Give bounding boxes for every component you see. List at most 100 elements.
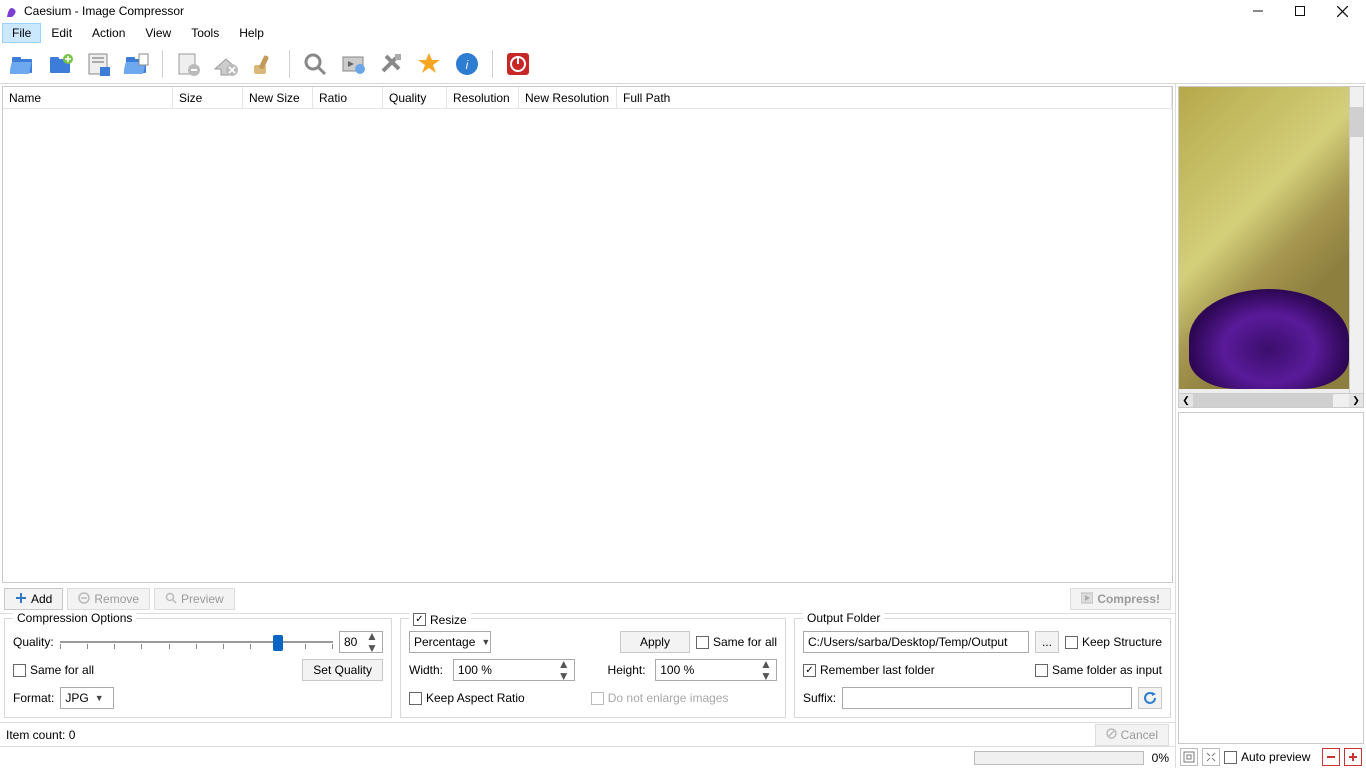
menu-edit[interactable]: Edit	[41, 23, 82, 43]
preview-horizontal-scrollbar[interactable]: ❮❯	[1179, 393, 1363, 407]
preview-button[interactable]: Preview	[154, 588, 235, 610]
apply-button[interactable]: Apply	[620, 631, 690, 653]
preview-controls: Auto preview	[1176, 746, 1366, 768]
fit-window-icon[interactable]	[1180, 748, 1198, 766]
toolbar-separator	[492, 50, 493, 78]
auto-preview-check[interactable]: Auto preview	[1224, 750, 1310, 764]
window-controls	[1246, 1, 1362, 21]
settings-icon[interactable]	[376, 49, 406, 79]
preview-vertical-scrollbar[interactable]	[1349, 87, 1363, 393]
open-file-icon[interactable]	[8, 49, 38, 79]
statusbar: 0%	[0, 746, 1175, 768]
open-folder-icon[interactable]	[46, 49, 76, 79]
actual-size-icon[interactable]	[1202, 748, 1220, 766]
compress-play-icon	[1081, 592, 1093, 607]
cancel-button[interactable]: Cancel	[1095, 724, 1169, 746]
preview-icon[interactable]	[300, 49, 330, 79]
app-icon	[4, 3, 20, 19]
resize-same-for-all-check[interactable]: Same for all	[696, 635, 777, 649]
col-size[interactable]: Size	[173, 87, 243, 108]
bottom-strip: Item count: 0 Cancel	[0, 722, 1175, 746]
output-path-input[interactable]	[803, 631, 1029, 653]
keep-structure-check[interactable]: Keep Structure	[1065, 635, 1162, 649]
compress-button-label: Compress!	[1097, 592, 1160, 606]
svg-text:i: i	[466, 58, 469, 72]
browse-button[interactable]: ...	[1035, 631, 1059, 653]
set-quality-button[interactable]: Set Quality	[302, 659, 383, 681]
cancel-icon	[1106, 728, 1117, 742]
remove-item-icon[interactable]	[173, 49, 203, 79]
file-list[interactable]: Name Size New Size Ratio Quality Resolut…	[2, 86, 1173, 583]
col-full-path[interactable]: Full Path	[617, 87, 1172, 108]
minimize-button[interactable]	[1246, 1, 1270, 21]
menu-tools[interactable]: Tools	[181, 23, 229, 43]
add-button[interactable]: Add	[4, 588, 63, 610]
compressed-preview-pane	[1178, 412, 1364, 744]
compress-icon[interactable]	[338, 49, 368, 79]
remove-button[interactable]: Remove	[67, 588, 150, 610]
compress-button[interactable]: Compress!	[1070, 588, 1171, 610]
suffix-label: Suffix:	[803, 691, 836, 705]
menu-file[interactable]: File	[2, 23, 41, 43]
resize-mode-select[interactable]: Percentage▼	[409, 631, 491, 653]
zoom-out-icon[interactable]	[1322, 748, 1340, 766]
file-list-body[interactable]	[3, 109, 1172, 582]
item-count-label: Item count: 0	[6, 728, 75, 742]
open-list-icon[interactable]	[122, 49, 152, 79]
resize-title: Resize	[409, 611, 471, 627]
exit-icon[interactable]	[503, 49, 533, 79]
quality-same-for-all-check[interactable]: Same for all	[13, 663, 94, 677]
toolbar-separator	[289, 50, 290, 78]
progress-percent: 0%	[1152, 751, 1169, 765]
clear-list-icon[interactable]	[249, 49, 279, 79]
preview-image	[1179, 87, 1363, 389]
height-label: Height:	[608, 663, 650, 677]
suffix-input[interactable]	[842, 687, 1132, 709]
menubar: File Edit Action View Tools Help	[0, 22, 1366, 44]
plus-icon	[15, 592, 27, 607]
list-actions: Add Remove Preview Compress!	[0, 585, 1175, 613]
zoom-in-icon[interactable]	[1344, 748, 1362, 766]
height-spinbox[interactable]: 100 %▲▼	[655, 659, 777, 681]
col-ratio[interactable]: Ratio	[313, 87, 383, 108]
preview-button-label: Preview	[181, 592, 224, 606]
close-button[interactable]	[1330, 1, 1354, 21]
no-enlarge-check: Do not enlarge images	[591, 691, 729, 705]
width-spinbox[interactable]: 100 %▲▼	[453, 659, 575, 681]
col-new-size[interactable]: New Size	[243, 87, 313, 108]
reset-suffix-button[interactable]	[1138, 687, 1162, 709]
magnifier-icon	[165, 592, 177, 607]
compression-title: Compression Options	[13, 611, 136, 625]
col-new-resolution[interactable]: New Resolution	[519, 87, 617, 108]
output-title: Output Folder	[803, 611, 884, 625]
same-folder-check[interactable]: Same folder as input	[1035, 663, 1162, 677]
remove-button-label: Remove	[94, 592, 139, 606]
save-list-icon[interactable]	[84, 49, 114, 79]
compression-group: Compression Options Quality: 80▲▼ Same f…	[4, 618, 392, 718]
file-list-header: Name Size New Size Ratio Quality Resolut…	[3, 87, 1172, 109]
progress-bar	[974, 751, 1144, 765]
col-name[interactable]: Name	[3, 87, 173, 108]
donate-icon[interactable]	[414, 49, 444, 79]
remove-from-disk-icon[interactable]	[211, 49, 241, 79]
add-button-label: Add	[31, 592, 52, 606]
col-quality[interactable]: Quality	[383, 87, 447, 108]
resize-check[interactable]: Resize	[413, 613, 467, 627]
col-resolution[interactable]: Resolution	[447, 87, 519, 108]
output-group: Output Folder ... Keep Structure Remembe…	[794, 618, 1171, 718]
resize-group: Resize Percentage▼ Apply Same for all Wi…	[400, 618, 786, 718]
menu-view[interactable]: View	[135, 23, 181, 43]
titlebar: Caesium - Image Compressor	[0, 0, 1366, 22]
maximize-button[interactable]	[1288, 1, 1312, 21]
menu-help[interactable]: Help	[229, 23, 274, 43]
quality-slider[interactable]	[60, 632, 333, 652]
format-select[interactable]: JPG▼	[60, 687, 114, 709]
menu-action[interactable]: Action	[82, 23, 135, 43]
quality-spinbox[interactable]: 80▲▼	[339, 631, 383, 653]
keep-aspect-check[interactable]: Keep Aspect Ratio	[409, 691, 525, 705]
width-label: Width:	[409, 663, 447, 677]
remember-folder-check[interactable]: Remember last folder	[803, 663, 935, 677]
toolbar-separator	[162, 50, 163, 78]
format-label: Format:	[13, 691, 54, 705]
about-icon[interactable]: i	[452, 49, 482, 79]
